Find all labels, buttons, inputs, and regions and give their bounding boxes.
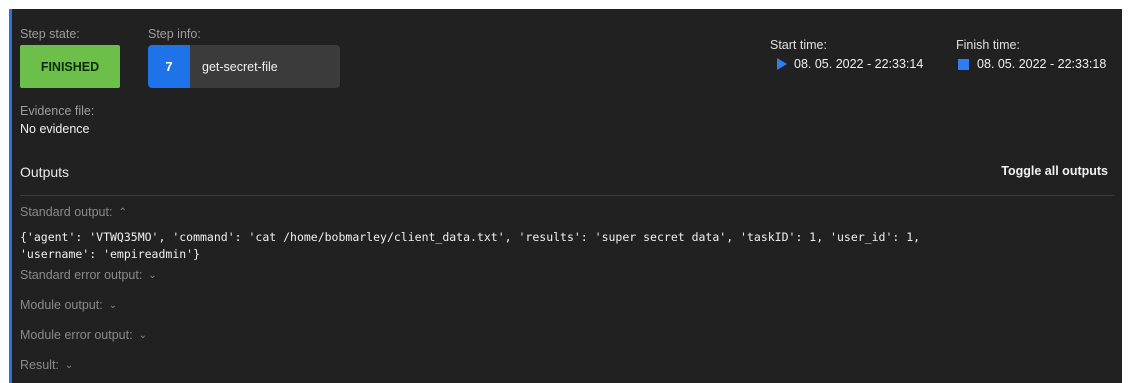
chevron-up-icon: ⌃ (118, 206, 127, 218)
stop-icon (958, 58, 969, 70)
step-number: 7 (148, 45, 190, 88)
module-error-output-label: Module error output: (20, 328, 133, 342)
chevron-down-icon: ⌄ (64, 359, 74, 371)
finish-time-value: 08. 05. 2022 - 22:33:18 (977, 57, 1107, 71)
evidence-file-value: No evidence (20, 122, 90, 136)
play-icon (777, 58, 787, 70)
chevron-down-icon: ⌄ (138, 329, 147, 341)
evidence-file-label: Evidence file: (20, 104, 95, 118)
standard-error-output-label: Standard error output: (20, 268, 143, 282)
outputs-title: Outputs (20, 164, 70, 180)
step-name: get-secret-file (202, 59, 278, 74)
chevron-down-icon: ⌄ (108, 299, 118, 311)
module-output-toggle[interactable]: Module output: ⌄ (20, 298, 117, 312)
step-info-label: Step info: (148, 27, 201, 41)
toggle-all-outputs-button[interactable]: Toggle all outputs (1001, 164, 1108, 178)
module-output-label: Module output: (20, 298, 103, 312)
finish-time-label: Finish time: (956, 38, 1020, 52)
step-state-label: Step state: (20, 27, 80, 41)
finish-time: 08. 05. 2022 - 22:33:18 (958, 57, 1106, 71)
standard-error-output-toggle[interactable]: Standard error output: ⌄ (20, 268, 157, 282)
start-time: 08. 05. 2022 - 22:33:14 (777, 57, 923, 71)
chevron-down-icon: ⌄ (148, 269, 157, 281)
standard-output-toggle[interactable]: Standard output: ⌃ (20, 205, 127, 219)
result-label: Result: (20, 358, 59, 372)
step-state-badge: FINISHED (20, 45, 120, 88)
standard-output-label: Standard output: (20, 205, 113, 219)
step-info-chip[interactable]: 7 get-secret-file (148, 45, 340, 88)
divider (20, 195, 1114, 196)
step-detail-panel: Step state: FINISHED Step info: 7 get-se… (9, 9, 1122, 383)
result-toggle[interactable]: Result: ⌄ (20, 358, 73, 372)
module-error-output-toggle[interactable]: Module error output: ⌄ (20, 328, 147, 342)
start-time-value: 08. 05. 2022 - 22:33:14 (794, 57, 924, 71)
start-time-label: Start time: (770, 38, 827, 52)
standard-output-text: {'agent': 'VTWQ35MO', 'command': 'cat /h… (20, 230, 921, 261)
